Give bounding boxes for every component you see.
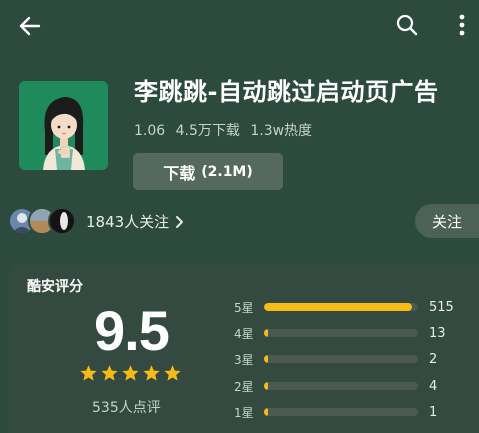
follow-button[interactable]: 关注 bbox=[415, 204, 479, 238]
app-meta: 1.06 4.5万下载 1.3w热度 bbox=[134, 120, 318, 140]
rating-row: 4星 13 bbox=[234, 325, 464, 341]
rating-row-label: 4星 bbox=[234, 326, 254, 341]
download-size: (2.1M) bbox=[201, 163, 253, 180]
rating-row: 1星 1 bbox=[234, 404, 464, 420]
app-downloads: 4.5万下载 bbox=[175, 123, 240, 139]
chevron-right-icon bbox=[176, 215, 184, 228]
star-icon bbox=[101, 365, 118, 381]
rating-row: 2星 4 bbox=[234, 378, 464, 394]
follower-avatars[interactable] bbox=[8, 207, 78, 235]
rating-row-label: 2星 bbox=[234, 379, 254, 394]
more-vertical-icon bbox=[459, 14, 465, 36]
star-icon bbox=[164, 365, 181, 381]
rating-bar-track bbox=[264, 382, 418, 390]
star-icon bbox=[80, 365, 97, 381]
rating-row-label: 1星 bbox=[234, 405, 254, 420]
rating-row-label: 5星 bbox=[234, 300, 254, 315]
rating-bar-fill bbox=[264, 408, 268, 416]
rating-score: 9.5 bbox=[94, 299, 170, 362]
girl-illustration-icon bbox=[19, 81, 108, 170]
app-heat: 1.3w热度 bbox=[250, 123, 313, 139]
avatar bbox=[48, 207, 76, 235]
rating-row-count: 2 bbox=[429, 351, 438, 367]
more-button[interactable] bbox=[450, 10, 474, 40]
top-bar bbox=[0, 0, 479, 52]
rating-row: 3星 2 bbox=[234, 351, 464, 367]
rating-bar-track bbox=[264, 355, 418, 363]
rating-title: 酷安评分 bbox=[27, 279, 83, 295]
rating-bar-fill bbox=[264, 303, 413, 311]
search-icon bbox=[396, 14, 418, 36]
rating-bar-fill bbox=[264, 329, 268, 337]
rating-stars bbox=[79, 364, 182, 383]
rating-bar-fill bbox=[264, 382, 268, 390]
download-button[interactable]: 下载 (2.1M) bbox=[133, 153, 283, 190]
app-icon bbox=[19, 81, 108, 170]
followers-count: 1843人关注 bbox=[86, 213, 170, 231]
arrow-left-icon bbox=[19, 16, 41, 36]
rating-row-count: 515 bbox=[429, 299, 454, 315]
app-title: 李跳跳-自动跳过启动页广告 bbox=[134, 78, 439, 106]
rating-row-count: 1 bbox=[429, 404, 438, 420]
rating-count: 535人点评 bbox=[92, 400, 161, 416]
rating-row-count: 13 bbox=[429, 325, 446, 341]
star-icon bbox=[122, 365, 139, 381]
rating-bar-track bbox=[264, 329, 418, 337]
rating-row: 5星 515 bbox=[234, 299, 464, 315]
rating-row-label: 3星 bbox=[234, 352, 254, 367]
rating-bar-track bbox=[264, 408, 418, 416]
search-button[interactable] bbox=[392, 10, 422, 40]
rating-bar-track bbox=[264, 303, 418, 311]
download-label: 下载 bbox=[163, 163, 196, 183]
back-button[interactable] bbox=[14, 10, 46, 42]
rating-bar-fill bbox=[264, 355, 268, 363]
followers-link[interactable]: 1843人关注 bbox=[86, 211, 185, 232]
star-icon bbox=[143, 365, 160, 381]
rating-row-count: 4 bbox=[429, 378, 438, 394]
app-version: 1.06 bbox=[134, 123, 166, 139]
